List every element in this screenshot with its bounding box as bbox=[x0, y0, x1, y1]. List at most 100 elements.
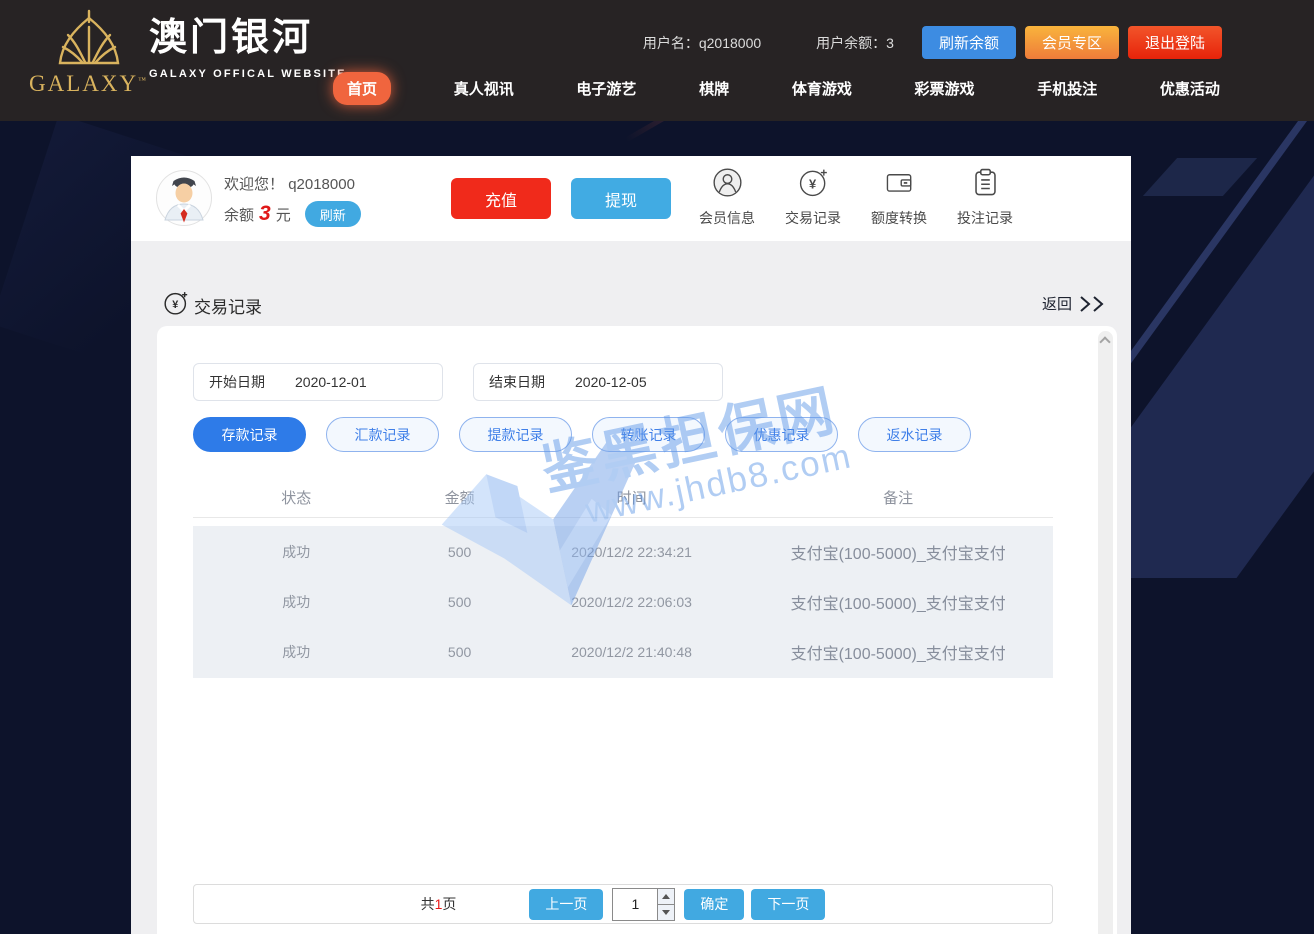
next-page-button[interactable]: 下一页 bbox=[751, 889, 825, 920]
main-nav: 首页 真人视讯 电子游艺 棋牌 体育游戏 彩票游戏 手机投注 优惠活动 bbox=[333, 72, 1220, 105]
tab-promo-records[interactable]: 优惠记录 bbox=[725, 417, 838, 452]
trademark-symbol: ™ bbox=[138, 75, 148, 84]
cell-time: 2020/12/2 22:06:03 bbox=[520, 594, 744, 610]
double-arrow-icon bbox=[1078, 295, 1108, 313]
quick-link-transaction-record[interactable]: ¥ 交易记录 bbox=[777, 167, 849, 228]
cell-status: 成功 bbox=[193, 592, 399, 612]
refresh-button[interactable]: 刷新 bbox=[305, 201, 361, 227]
cell-time: 2020/12/2 22:34:21 bbox=[520, 544, 744, 560]
prev-page-button[interactable]: 上一页 bbox=[529, 889, 603, 920]
cell-remark: 支付宝(100-5000)_支付宝支付 bbox=[743, 640, 1053, 664]
cell-status: 成功 bbox=[193, 642, 399, 662]
brand-tagline: GALAXY OFFICAL WEBSITE bbox=[149, 68, 347, 80]
balance-line: 余额 3 元 刷新 bbox=[224, 201, 361, 227]
user-balance-text: 用户余额：3 bbox=[816, 33, 894, 53]
scroll-up-icon[interactable] bbox=[1099, 336, 1110, 347]
nav-item-promotions[interactable]: 优惠活动 bbox=[1160, 78, 1220, 99]
svg-text:¥: ¥ bbox=[172, 299, 178, 311]
table-header-row: 状态 金额 时间 备注 bbox=[193, 477, 1053, 518]
balance-label: 余额 bbox=[224, 204, 254, 225]
page-number-stepper bbox=[612, 888, 675, 921]
date-filter-row: 开始日期 2020-12-01 结束日期 2020-12-05 bbox=[193, 363, 1053, 401]
end-date-field[interactable]: 结束日期 2020-12-05 bbox=[473, 363, 723, 401]
wallet-transfer-icon bbox=[884, 167, 915, 203]
transaction-section: ¥ 交易记录 返回 开始日期 2020-12 bbox=[131, 241, 1131, 934]
tab-withdrawal-records[interactable]: 提款记录 bbox=[459, 417, 572, 452]
nav-item-slots[interactable]: 电子游艺 bbox=[576, 78, 636, 99]
vip-zone-button[interactable]: 会员专区 bbox=[1025, 26, 1119, 59]
nav-item-home[interactable]: 首页 bbox=[333, 72, 391, 105]
records-panel: 开始日期 2020-12-01 结束日期 2020-12-05 存款记录 汇款记… bbox=[157, 326, 1117, 934]
cell-remark: 支付宝(100-5000)_支付宝支付 bbox=[743, 590, 1053, 614]
page-root: GALAXY™ 澳门银河 GALAXY OFFICAL WEBSITE 用户名：… bbox=[0, 0, 1314, 934]
nav-item-mobile-bet[interactable]: 手机投注 bbox=[1037, 78, 1097, 99]
start-date-value: 2020-12-01 bbox=[295, 374, 367, 390]
quick-links: 会员信息 ¥ 交易记录 bbox=[691, 167, 1021, 228]
username-text: 用户名：q2018000 bbox=[643, 33, 761, 53]
bg-small-shape bbox=[1143, 158, 1257, 196]
galaxy-fountain-icon bbox=[48, 8, 130, 75]
quick-link-bet-record[interactable]: 投注记录 bbox=[949, 167, 1021, 228]
transaction-record-icon: ¥ bbox=[798, 167, 829, 203]
tab-rebate-records[interactable]: 返水记录 bbox=[858, 417, 971, 452]
svg-text:¥: ¥ bbox=[809, 177, 817, 192]
section-title-block: ¥ 交易记录 bbox=[163, 290, 262, 321]
end-date-value: 2020-12-05 bbox=[575, 374, 647, 390]
panel-content: 开始日期 2020-12-01 结束日期 2020-12-05 存款记录 汇款记… bbox=[193, 363, 1053, 678]
member-info-icon bbox=[712, 167, 743, 203]
nav-item-lottery[interactable]: 彩票游戏 bbox=[915, 78, 975, 99]
page-number-input[interactable] bbox=[613, 889, 657, 920]
user-info-bar: 用户名：q2018000 用户余额：3 刷新余额 会员专区 退出登陆 bbox=[643, 26, 1222, 59]
scrollbar[interactable] bbox=[1098, 331, 1113, 934]
records-table: 状态 金额 时间 备注 成功 500 2020/12/2 22:34:21 支付… bbox=[193, 477, 1053, 678]
logout-button[interactable]: 退出登陆 bbox=[1128, 26, 1222, 59]
nav-item-live-casino[interactable]: 真人视讯 bbox=[454, 78, 514, 99]
cell-amount: 500 bbox=[399, 594, 519, 610]
brand-en-text: GALAXY™ bbox=[29, 71, 148, 97]
cell-status: 成功 bbox=[193, 542, 399, 562]
welcome-texts: 欢迎您！ q2018000 余额 3 元 刷新 bbox=[224, 173, 361, 227]
cell-remark: 支付宝(100-5000)_支付宝支付 bbox=[743, 540, 1053, 564]
yen-circle-icon: ¥ bbox=[163, 290, 189, 321]
table-row: 成功 500 2020/12/2 22:34:21 支付宝(100-5000)_… bbox=[193, 527, 1053, 577]
stepper-up-icon[interactable] bbox=[658, 889, 674, 905]
user-avatar bbox=[155, 169, 213, 227]
stepper-arrows bbox=[657, 889, 674, 920]
welcome-greeting: 欢迎您！ q2018000 bbox=[224, 173, 361, 194]
start-date-field[interactable]: 开始日期 2020-12-01 bbox=[193, 363, 443, 401]
table-body: 成功 500 2020/12/2 22:34:21 支付宝(100-5000)_… bbox=[193, 526, 1053, 678]
col-remark: 备注 bbox=[743, 487, 1053, 508]
bet-record-icon bbox=[970, 167, 1001, 203]
cell-time: 2020/12/2 21:40:48 bbox=[520, 644, 744, 660]
col-amount: 金额 bbox=[399, 487, 519, 508]
brand-logo[interactable]: GALAXY™ 澳门银河 GALAXY OFFICAL WEBSITE bbox=[36, 8, 347, 97]
cell-amount: 500 bbox=[399, 644, 519, 660]
back-link[interactable]: 返回 bbox=[1042, 293, 1108, 314]
nav-item-chess[interactable]: 棋牌 bbox=[699, 78, 729, 99]
tab-remittance-records[interactable]: 汇款记录 bbox=[326, 417, 439, 452]
nav-item-sports[interactable]: 体育游戏 bbox=[792, 78, 852, 99]
page-count-text: 共1页 bbox=[421, 894, 457, 914]
stepper-down-icon[interactable] bbox=[658, 905, 674, 920]
welcome-card: 欢迎您！ q2018000 余额 3 元 刷新 充值 提现 会员信息 bbox=[131, 156, 1131, 241]
quick-link-credit-transfer[interactable]: 额度转换 bbox=[863, 167, 935, 228]
withdraw-button[interactable]: 提现 bbox=[571, 178, 671, 219]
section-title: 交易记录 bbox=[194, 293, 262, 318]
col-status: 状态 bbox=[193, 487, 399, 508]
pagination-bar: 共1页 上一页 确定 下一页 bbox=[193, 884, 1053, 924]
tab-deposit-records[interactable]: 存款记录 bbox=[193, 417, 306, 452]
cell-amount: 500 bbox=[399, 544, 519, 560]
balance-value: 3 bbox=[259, 202, 271, 226]
deposit-button[interactable]: 充值 bbox=[451, 178, 551, 219]
tab-transfer-records[interactable]: 转账记录 bbox=[592, 417, 705, 452]
table-row: 成功 500 2020/12/2 21:40:48 支付宝(100-5000)_… bbox=[193, 627, 1053, 677]
refresh-balance-button[interactable]: 刷新余额 bbox=[922, 26, 1016, 59]
record-type-tabs: 存款记录 汇款记录 提款记录 转账记录 优惠记录 返水记录 bbox=[193, 417, 1053, 452]
top-header: GALAXY™ 澳门银河 GALAXY OFFICAL WEBSITE 用户名：… bbox=[0, 0, 1314, 121]
balance-unit: 元 bbox=[276, 204, 291, 225]
table-row: 成功 500 2020/12/2 22:06:03 支付宝(100-5000)_… bbox=[193, 577, 1053, 627]
brand-cn-text: 澳门银河 bbox=[149, 16, 347, 62]
col-time: 时间 bbox=[520, 487, 744, 508]
quick-link-member-info[interactable]: 会员信息 bbox=[691, 167, 763, 228]
confirm-page-button[interactable]: 确定 bbox=[684, 889, 744, 920]
